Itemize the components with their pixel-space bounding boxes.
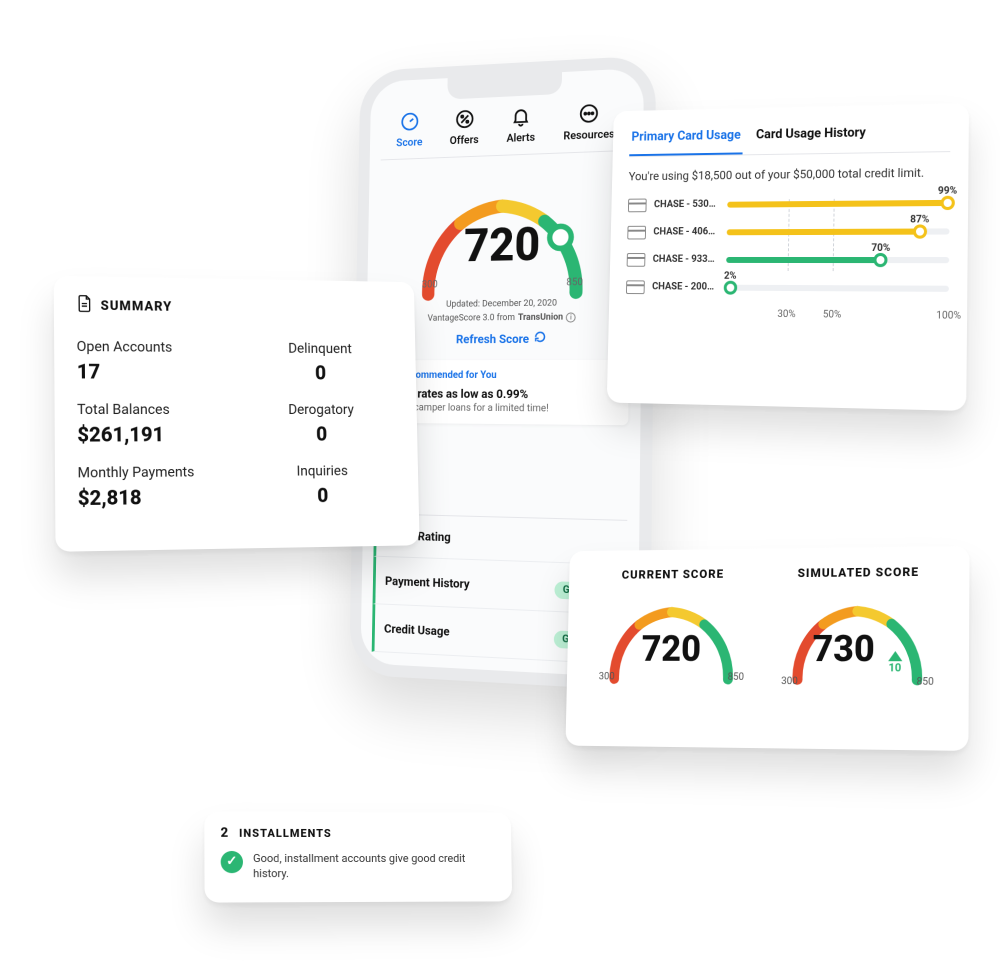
- percent-icon: [454, 108, 475, 130]
- tab-resources[interactable]: Resources: [563, 101, 615, 142]
- summary-open-accounts: Open Accounts 17: [77, 339, 235, 384]
- promo-title: Enjoy rates as low as 0.99%: [387, 387, 616, 402]
- installments-text: Good, installment accounts give good cre…: [253, 851, 496, 882]
- usage-bar: 2%: [726, 285, 949, 292]
- summary-monthly: Monthly Payments $2,818: [78, 464, 237, 510]
- installments-header: 2 INSTALLMENTS: [221, 826, 496, 842]
- usage-tabs: Primary Card Usage Card Usage History: [629, 118, 950, 158]
- up-triangle-icon: [888, 651, 902, 661]
- card-usage-card: Primary Card Usage Card Usage History Yo…: [607, 103, 969, 411]
- usage-description: You're using $18,500 out of your $50,000…: [629, 164, 951, 185]
- score-delta: 10: [888, 651, 902, 674]
- usage-percent: 70%: [871, 243, 890, 254]
- usage-row: CHASE - 200… 2%: [626, 280, 949, 296]
- summary-total-balances: Total Balances $261,191: [77, 402, 236, 447]
- usage-card-name: CHASE - 530…: [654, 199, 720, 210]
- more-icon: [578, 102, 600, 125]
- usage-thumb[interactable]: [874, 253, 888, 267]
- check-icon: ✓: [221, 851, 243, 873]
- tab-alerts[interactable]: Alerts: [506, 105, 535, 145]
- summary-delinquent: Delinquent 0: [244, 340, 396, 384]
- bell-icon: [510, 105, 531, 128]
- usage-card-name: CHASE - 200…: [652, 282, 718, 293]
- tab-usage-history[interactable]: Card Usage History: [754, 119, 868, 154]
- simulated-score-gauge: SIMULATED SCORE 730 10 300850: [767, 564, 949, 738]
- summary-inquiries: Inquiries 0: [246, 463, 398, 508]
- info-icon[interactable]: i: [566, 312, 576, 322]
- simulated-score-card: CURRENT SCORE 720 300850 SIMULATED SCORE…: [565, 546, 969, 751]
- refresh-icon: [534, 331, 546, 346]
- document-icon: [76, 294, 92, 316]
- usage-card-name: CHASE - 933…: [653, 254, 719, 265]
- usage-bar: 99%: [727, 200, 950, 208]
- installments-card: 2 INSTALLMENTS ✓ Good, installment accou…: [204, 812, 512, 903]
- gauge-icon: [399, 111, 420, 133]
- promo-sub: on RV camper loans for a limited time!: [387, 402, 616, 415]
- tab-offers-label: Offers: [450, 133, 479, 147]
- score-min: 300: [422, 279, 438, 290]
- usage-percent: 87%: [910, 214, 929, 225]
- usage-thumb[interactable]: [912, 224, 926, 238]
- credit-card-icon: [627, 253, 646, 267]
- refresh-score-button[interactable]: Refresh Score: [397, 330, 609, 346]
- score-source: VantageScore 3.0 from TransUnion i: [397, 312, 608, 324]
- promo-badge: ★ Recommended for You: [388, 370, 617, 381]
- tab-primary-usage[interactable]: Primary Card Usage: [629, 122, 743, 156]
- credit-card-icon: [627, 226, 646, 240]
- usage-thumb[interactable]: [940, 196, 954, 210]
- current-score-gauge: CURRENT SCORE 720 300850: [584, 567, 759, 737]
- usage-card-name: CHASE - 406…: [653, 227, 719, 238]
- usage-percent: 2%: [724, 271, 737, 282]
- tab-score-label: Score: [396, 136, 422, 150]
- tab-score[interactable]: Score: [396, 110, 423, 149]
- credit-card-icon: [628, 198, 647, 212]
- summary-derogatory: Derogatory 0: [245, 402, 397, 446]
- tab-resources-label: Resources: [563, 127, 614, 142]
- credit-card-icon: [626, 280, 645, 294]
- usage-bar: 87%: [727, 228, 950, 235]
- usage-percent: 99%: [938, 185, 957, 196]
- usage-scale: 30% 50% 100%: [719, 308, 948, 324]
- usage-rows: CHASE - 530… 99% CHASE - 406… 87% CHASE - 93…: [626, 196, 950, 296]
- score-max: 850: [566, 277, 583, 288]
- tab-offers[interactable]: Offers: [450, 108, 480, 147]
- score-gauge: 720 300 850 Updated: December 20, 2020 V…: [397, 170, 610, 347]
- usage-thumb[interactable]: [723, 281, 737, 295]
- summary-title: SUMMARY: [76, 294, 394, 320]
- summary-card: SUMMARY Open Accounts 17 Delinquent 0 To…: [54, 276, 420, 552]
- usage-bar: 70%: [726, 257, 949, 263]
- tab-alerts-label: Alerts: [506, 131, 535, 145]
